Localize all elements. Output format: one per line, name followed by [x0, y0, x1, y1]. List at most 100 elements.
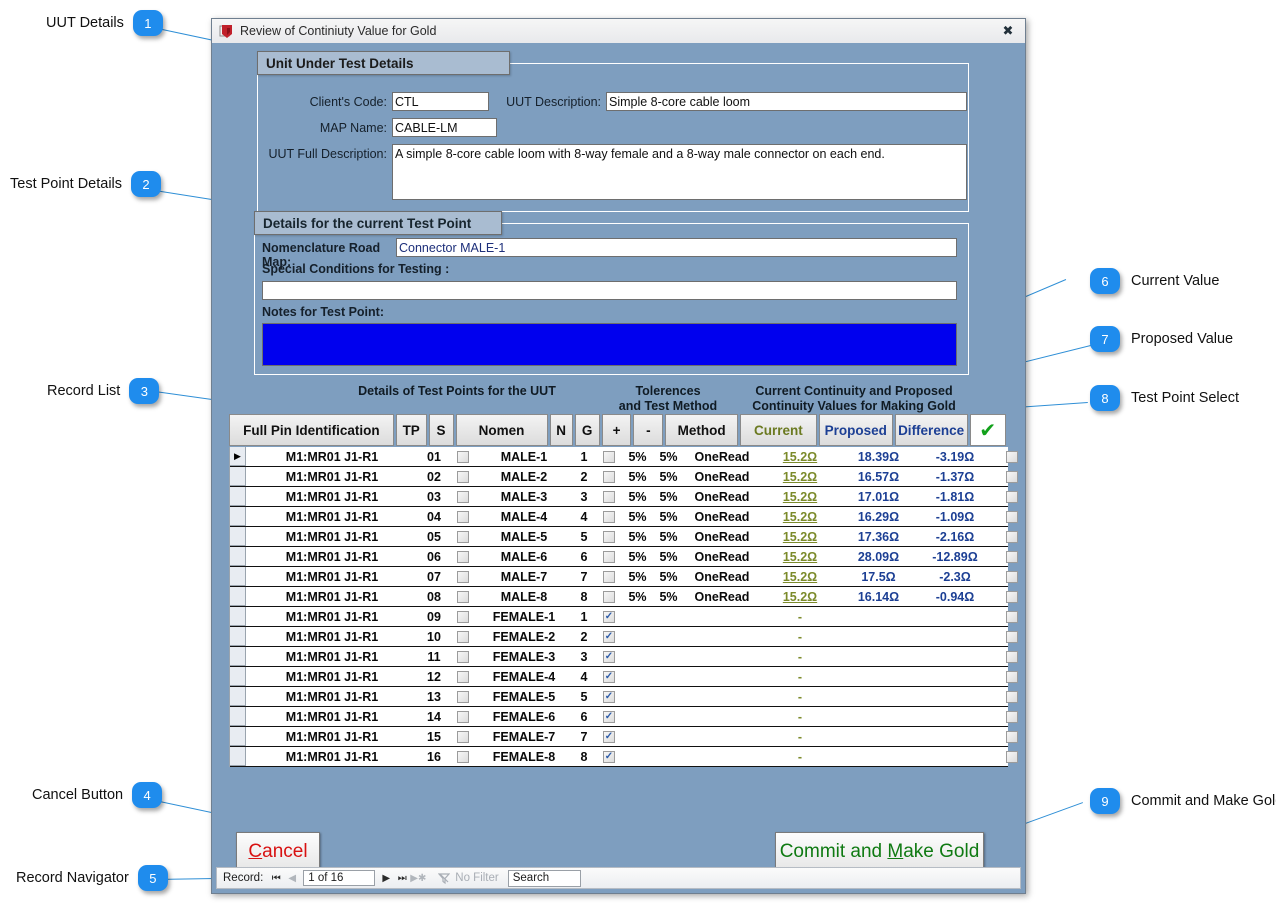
notes-for-test-point-input[interactable] — [262, 323, 957, 366]
checkbox-g[interactable]: ✓ — [603, 671, 615, 683]
checkbox-g[interactable] — [603, 591, 615, 603]
column-header-n[interactable]: N — [550, 414, 573, 446]
column-header-method[interactable]: Method — [665, 414, 738, 446]
checkbox-test-point-select[interactable] — [1006, 551, 1018, 563]
column-header-difference[interactable]: Difference — [895, 414, 968, 446]
table-row[interactable]: M1:MR01 J1-R106MALE-665%5%OneRead15.2Ω28… — [230, 547, 1008, 567]
record-selector[interactable] — [230, 607, 246, 626]
checkbox-s[interactable] — [457, 571, 469, 583]
checkbox-s[interactable] — [457, 591, 469, 603]
checkbox-s[interactable] — [457, 711, 469, 723]
checkbox-test-point-select[interactable] — [1006, 711, 1018, 723]
checkbox-s[interactable] — [457, 531, 469, 543]
checkbox-g[interactable]: ✓ — [603, 651, 615, 663]
clients-code-input[interactable]: CTL — [392, 92, 489, 111]
checkbox-s[interactable] — [457, 691, 469, 703]
uut-full-description-input[interactable]: A simple 8-core cable loom with 8-way fe… — [392, 144, 967, 200]
table-row[interactable]: M1:MR01 J1-R108MALE-885%5%OneRead15.2Ω16… — [230, 587, 1008, 607]
record-selector[interactable] — [230, 507, 246, 526]
table-row[interactable]: M1:MR01 J1-R113FEMALE-55✓- — [230, 687, 1008, 707]
table-row[interactable]: M1:MR01 J1-R105MALE-555%5%OneRead15.2Ω17… — [230, 527, 1008, 547]
checkbox-s[interactable] — [457, 611, 469, 623]
filter-toggle[interactable]: No Filter — [436, 872, 498, 884]
table-row[interactable]: M1:MR01 J1-R103MALE-335%5%OneRead15.2Ω17… — [230, 487, 1008, 507]
record-selector[interactable] — [230, 727, 246, 746]
table-row[interactable]: M1:MR01 J1-R109FEMALE-11✓- — [230, 607, 1008, 627]
table-row[interactable]: M1:MR01 J1-R102MALE-225%5%OneRead15.2Ω16… — [230, 467, 1008, 487]
column-header-[interactable]: - — [633, 414, 663, 446]
record-selector[interactable] — [230, 687, 246, 706]
checkbox-g[interactable] — [603, 451, 615, 463]
table-row[interactable]: M1:MR01 J1-R110FEMALE-22✓- — [230, 627, 1008, 647]
checkbox-g[interactable]: ✓ — [603, 691, 615, 703]
map-name-input[interactable]: CABLE-LM — [392, 118, 497, 137]
first-record-icon[interactable]: ⏮ — [268, 873, 284, 884]
column-header-full-pin-identification[interactable]: Full Pin Identification — [229, 414, 394, 446]
record-selector[interactable] — [230, 487, 246, 506]
record-selector[interactable] — [230, 587, 246, 606]
table-row[interactable]: M1:MR01 J1-R114FEMALE-66✓- — [230, 707, 1008, 727]
checkbox-test-point-select[interactable] — [1006, 511, 1018, 523]
checkbox-test-point-select[interactable] — [1006, 631, 1018, 643]
column-header-s[interactable]: S — [429, 414, 454, 446]
checkbox-g[interactable]: ✓ — [603, 731, 615, 743]
search-input[interactable]: Search — [508, 870, 581, 887]
table-row[interactable]: M1:MR01 J1-R112FEMALE-44✓- — [230, 667, 1008, 687]
table-row[interactable]: M1:MR01 J1-R104MALE-445%5%OneRead15.2Ω16… — [230, 507, 1008, 527]
checkbox-s[interactable] — [457, 671, 469, 683]
table-row[interactable]: M1:MR01 J1-R115FEMALE-77✓- — [230, 727, 1008, 747]
checkbox-s[interactable] — [457, 511, 469, 523]
record-selector[interactable] — [230, 747, 246, 766]
checkbox-g[interactable]: ✓ — [603, 611, 615, 623]
record-selector[interactable] — [230, 707, 246, 726]
checkbox-test-point-select[interactable] — [1006, 671, 1018, 683]
checkbox-g[interactable]: ✓ — [603, 711, 615, 723]
new-record-icon[interactable]: ▶✱ — [410, 873, 426, 884]
record-selector[interactable] — [230, 567, 246, 586]
checkbox-s[interactable] — [457, 451, 469, 463]
record-selector[interactable]: ▶ — [230, 447, 246, 466]
checkbox-test-point-select[interactable] — [1006, 531, 1018, 543]
checkbox-g[interactable] — [603, 571, 615, 583]
record-selector[interactable] — [230, 667, 246, 686]
checkbox-g[interactable]: ✓ — [603, 751, 615, 763]
checkbox-s[interactable] — [457, 491, 469, 503]
special-conditions-input[interactable] — [262, 281, 957, 300]
checkbox-test-point-select[interactable] — [1006, 591, 1018, 603]
checkbox-test-point-select[interactable] — [1006, 751, 1018, 763]
table-row[interactable]: M1:MR01 J1-R111FEMALE-33✓- — [230, 647, 1008, 667]
record-selector[interactable] — [230, 527, 246, 546]
checkbox-test-point-select[interactable] — [1006, 471, 1018, 483]
record-selector[interactable] — [230, 647, 246, 666]
uut-description-input[interactable]: Simple 8-core cable loom — [606, 92, 967, 111]
checkbox-g[interactable] — [603, 511, 615, 523]
record-selector[interactable] — [230, 627, 246, 646]
checkbox-s[interactable] — [457, 551, 469, 563]
nomenclature-road-map-input[interactable]: Connector MALE-1 — [396, 238, 957, 257]
checkbox-g[interactable] — [603, 491, 615, 503]
checkbox-s[interactable] — [457, 651, 469, 663]
checkbox-test-point-select[interactable] — [1006, 451, 1018, 463]
checkbox-g[interactable] — [603, 471, 615, 483]
table-row[interactable]: M1:MR01 J1-R116FEMALE-88✓- — [230, 747, 1008, 767]
column-header-nomen[interactable]: Nomen — [456, 414, 548, 446]
checkbox-s[interactable] — [457, 751, 469, 763]
checkbox-test-point-select[interactable] — [1006, 571, 1018, 583]
record-selector[interactable] — [230, 467, 246, 486]
close-icon[interactable]: ✖ — [997, 22, 1019, 40]
checkbox-s[interactable] — [457, 631, 469, 643]
record-selector[interactable] — [230, 547, 246, 566]
column-header-proposed[interactable]: Proposed — [819, 414, 893, 446]
column-header-[interactable]: + — [602, 414, 632, 446]
checkbox-test-point-select[interactable] — [1006, 611, 1018, 623]
checkbox-g[interactable]: ✓ — [603, 631, 615, 643]
checkbox-g[interactable] — [603, 551, 615, 563]
checkbox-g[interactable] — [603, 531, 615, 543]
checkbox-s[interactable] — [457, 731, 469, 743]
column-header-tp[interactable]: TP — [396, 414, 427, 446]
table-row[interactable]: ▶M1:MR01 J1-R101MALE-115%5%OneRead15.2Ω1… — [230, 447, 1008, 467]
cancel-button[interactable]: Cancel — [236, 832, 320, 872]
checkbox-test-point-select[interactable] — [1006, 731, 1018, 743]
table-row[interactable]: M1:MR01 J1-R107MALE-775%5%OneRead15.2Ω17… — [230, 567, 1008, 587]
window-titlebar[interactable]: Review of Continiuty Value for Gold ✖ — [212, 19, 1025, 44]
